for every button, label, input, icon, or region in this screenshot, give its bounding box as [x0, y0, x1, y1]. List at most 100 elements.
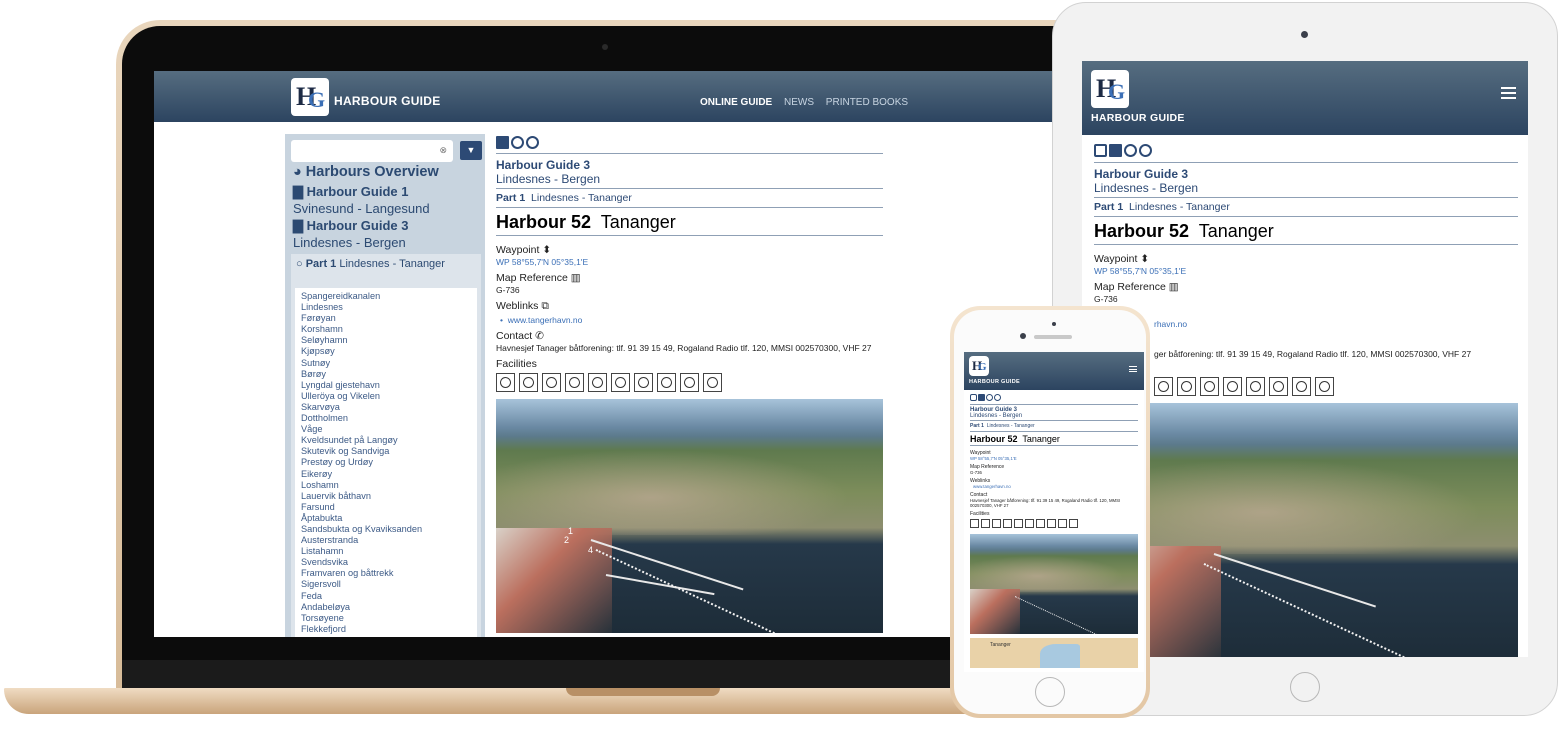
- harbour-list-item[interactable]: Feda: [301, 591, 477, 602]
- wc-icon: [970, 519, 979, 528]
- logo[interactable]: H G: [1091, 70, 1129, 108]
- logo-letter-g: G: [1108, 79, 1126, 104]
- harbour-list-item[interactable]: Dottholmen: [301, 413, 477, 424]
- nav-online-guide[interactable]: ONLINE GUIDE: [700, 97, 772, 108]
- harbour-detail: Harbour Guide 3 Lindesnes - Bergen Part …: [496, 134, 883, 633]
- harbour-list-item[interactable]: Korshamn: [301, 324, 477, 335]
- clear-search-icon[interactable]: ⊗: [439, 145, 447, 156]
- harbour-name: Tananger: [600, 212, 676, 232]
- hamburger-menu-icon[interactable]: [1129, 366, 1137, 372]
- brand-name[interactable]: HARBOUR GUIDE: [969, 379, 1020, 385]
- harbour-list-item[interactable]: Austerstranda: [301, 535, 477, 546]
- harbour-list-item[interactable]: Flekkefjord: [301, 624, 477, 635]
- harbour-list-item[interactable]: Seløyhamn: [301, 335, 477, 346]
- waypoint-label-text: Waypoint: [496, 244, 540, 256]
- contact-value-fragment: ger båtforening: tlf. 91 39 15 49, Rogal…: [1154, 349, 1472, 359]
- harbour-number: Harbour 52: [1094, 221, 1190, 241]
- prev-icon[interactable]: [986, 394, 993, 401]
- prev-icon[interactable]: [511, 135, 524, 149]
- part1-link[interactable]: ○ Part 1 Lindesnes - Tananger: [296, 257, 474, 271]
- part-breadcrumb[interactable]: Part 1 Lindesnes - Tananger: [970, 423, 1138, 429]
- harbour-list-item[interactable]: Eikerøy: [301, 469, 477, 480]
- harbour-list-item[interactable]: Farsund: [301, 502, 477, 513]
- shower-icon: [1246, 377, 1265, 396]
- harbour-list-item[interactable]: Sandsbukta og Kvaviksanden: [301, 524, 477, 535]
- harbour-list-item[interactable]: Lindesnes: [301, 302, 477, 313]
- laptop-camera: [602, 44, 608, 50]
- nav-news[interactable]: NEWS: [784, 97, 814, 108]
- harbour-list-item[interactable]: Skutevik og Sandviga: [301, 446, 477, 457]
- harbours-overview-link[interactable]: ◕ Harbours Overview: [293, 164, 439, 180]
- guide1-link[interactable]: ▇ Harbour Guide 1: [293, 184, 408, 200]
- collapse-icon[interactable]: [1094, 143, 1107, 157]
- weblinks-label: Weblinks ⧉: [496, 300, 883, 313]
- harbour-list-item[interactable]: Sigersvoll: [301, 579, 477, 590]
- harbour-list-item[interactable]: Torsøyene: [301, 613, 477, 624]
- part-breadcrumb[interactable]: Part 1 Lindesnes - Tananger: [496, 192, 883, 204]
- guide3-subtitle: Lindesnes - Bergen: [293, 235, 406, 250]
- harbour-list-item[interactable]: Våge: [301, 424, 477, 435]
- divider: [1094, 216, 1518, 217]
- book-icon: ▇: [293, 218, 303, 233]
- harbour-list-item[interactable]: Sutnøy: [301, 358, 477, 369]
- page-title: Harbour 52 Tananger: [970, 434, 1138, 444]
- map-icon[interactable]: [496, 135, 509, 149]
- harbour-list-item[interactable]: Ulleröya og Vikelen: [301, 391, 477, 402]
- weblink-fragment[interactable]: rhavn.no: [1154, 319, 1518, 329]
- logo[interactable]: H G: [969, 356, 989, 376]
- divider: [970, 431, 1138, 432]
- harbour-list-item[interactable]: Lyngdal gjestehavn: [301, 380, 477, 391]
- harbour-list-item[interactable]: Kjøpsøy: [301, 346, 477, 357]
- prev-icon[interactable]: [1124, 143, 1137, 157]
- next-icon[interactable]: [526, 135, 539, 149]
- harbour-name: Tananger: [1022, 434, 1060, 444]
- next-icon[interactable]: [1139, 143, 1152, 157]
- brand-name[interactable]: HARBOUR GUIDE: [1091, 112, 1185, 124]
- guide-title[interactable]: Harbour Guide 3: [1094, 167, 1518, 181]
- part-breadcrumb[interactable]: Part 1 Lindesnes - Tananger: [1094, 201, 1518, 213]
- map-icon[interactable]: [978, 394, 985, 401]
- trash-icon: [1269, 377, 1288, 396]
- phone-front-sensor: [1052, 322, 1056, 326]
- guide-title[interactable]: Harbour Guide 3: [496, 158, 883, 172]
- harbour-list-item[interactable]: Loshamn: [301, 480, 477, 491]
- harbour-list-item[interactable]: Svendsvika: [301, 557, 477, 568]
- weblink[interactable]: www.tangerhavn.no: [973, 484, 1138, 489]
- collapse-icon[interactable]: [970, 394, 977, 401]
- harbour-list-item[interactable]: Kveldsundet på Langøy: [301, 435, 477, 446]
- brand-name[interactable]: HARBOUR GUIDE: [334, 94, 441, 108]
- harbour-list-item[interactable]: Førøyan: [301, 313, 477, 324]
- divider: [970, 420, 1138, 421]
- harbour-list-item[interactable]: Åptabukta: [301, 513, 477, 524]
- harbour-list-item[interactable]: Framvaren og båttrekk: [301, 568, 477, 579]
- divider: [1094, 197, 1518, 198]
- map-reference-label-text: Map Reference: [1094, 281, 1166, 293]
- weblink[interactable]: • www.tangerhavn.no: [500, 315, 883, 325]
- facilities-row: [970, 519, 1138, 528]
- harbour-list-item[interactable]: Listahamn: [301, 546, 477, 557]
- divider: [970, 404, 1138, 405]
- phone: H G HARBOUR GUIDE Harbour Guide 3 Lindes…: [950, 306, 1150, 718]
- map-marker-icon: ⬍: [1140, 253, 1150, 265]
- guide-subtitle: Lindesnes - Bergen: [496, 172, 601, 186]
- dropdown-button[interactable]: ▼: [460, 141, 482, 160]
- harbour-list-item[interactable]: Prestøy og Urdøy: [301, 457, 477, 468]
- hamburger-menu-icon[interactable]: [1501, 87, 1516, 99]
- harbour-list-item[interactable]: Skarvøya: [301, 402, 477, 413]
- map-icon[interactable]: [1109, 143, 1122, 157]
- harbour-aerial-photo: 4 2 1: [496, 399, 883, 633]
- search-input[interactable]: ⊗: [291, 140, 453, 162]
- weblinks-label-text: Weblinks: [496, 300, 539, 312]
- guide3-link[interactable]: ▇ Harbour Guide 3: [293, 218, 408, 234]
- map-water: [1040, 644, 1080, 668]
- harbour-list-item[interactable]: Børøy: [301, 369, 477, 380]
- harbour-list-item[interactable]: Lauervik båthavn: [301, 491, 477, 502]
- facilities-row: [496, 373, 883, 392]
- harbour-list-item[interactable]: Spangereidkanalen: [301, 291, 477, 302]
- logo[interactable]: H G: [291, 78, 329, 116]
- part1-label: Part 1: [305, 258, 337, 270]
- harbour-chart-map: Tananger: [970, 638, 1138, 668]
- nav-printed-books[interactable]: PRINTED BOOKS: [826, 97, 908, 108]
- harbour-list-item[interactable]: Andabeløya: [301, 602, 477, 613]
- next-icon[interactable]: [994, 394, 1001, 401]
